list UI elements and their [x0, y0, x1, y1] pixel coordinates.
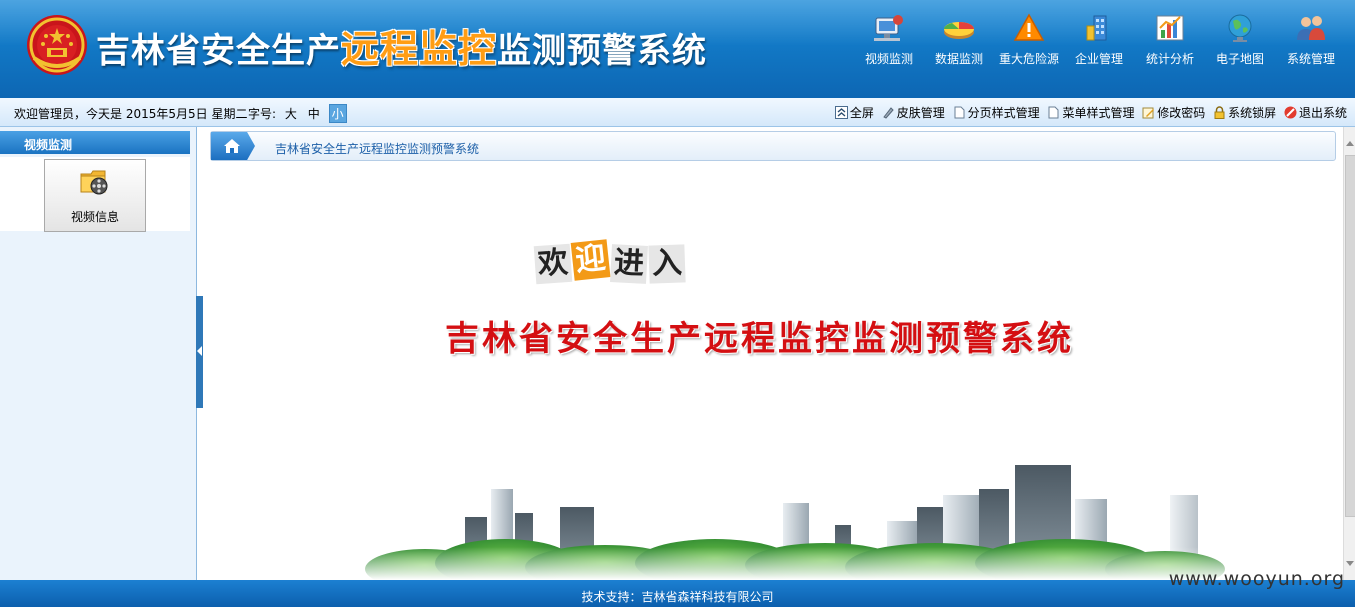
page-icon — [1048, 106, 1059, 119]
map-globe-icon — [1228, 14, 1252, 42]
skin-manage-button[interactable]: 皮肤管理 — [882, 104, 945, 121]
welcome-char: 进 — [610, 244, 648, 284]
sidebar-header[interactable]: 视频监测 — [0, 131, 190, 154]
data-monitor-icon — [944, 22, 974, 39]
sidebar-item-video-info[interactable]: 视频信息 — [44, 159, 146, 232]
sidebar-menu: 视频信息 — [0, 157, 190, 232]
video-monitor-icon — [874, 15, 903, 41]
nav-label: 视频监测 — [864, 52, 913, 66]
app-footer: 技术支持：吉林省森祥科技有限公司 — [0, 580, 1355, 607]
tool-label: 分页样式管理 — [967, 106, 1040, 120]
nav-label: 系统管理 — [1286, 52, 1335, 66]
change-password-button[interactable]: 修改密码 — [1142, 104, 1205, 121]
app-header: 吉林省安全生产远程监控监测预警系统 视频监测 数据监测 重大危险源 企业管理 统… — [0, 0, 1355, 98]
watermark-text: www.wooyun.org — [1168, 568, 1345, 590]
nav-statistics[interactable]: 统计分析 — [1137, 12, 1203, 70]
home-button[interactable] — [211, 132, 255, 160]
nav-label: 企业管理 — [1074, 52, 1123, 66]
hazard-warning-icon — [1013, 13, 1045, 41]
title-highlight: 远程监控 — [341, 27, 498, 71]
edit-password-icon — [1142, 107, 1155, 119]
home-icon — [224, 139, 240, 153]
nav-e-map[interactable]: 电子地图 — [1207, 12, 1273, 70]
font-size-medium[interactable]: 中 — [306, 105, 322, 122]
scroll-thumb[interactable] — [1345, 155, 1355, 517]
tool-label: 全屏 — [849, 106, 874, 120]
skin-icon — [882, 107, 894, 119]
footer-text: 技术支持：吉林省森祥科技有限公司 — [581, 590, 774, 604]
nav-label: 电子地图 — [1215, 52, 1264, 66]
toolbar-actions: 全屏 皮肤管理 分页样式管理 菜单样式管理 修改密码 系统锁屏 退出系统 — [831, 104, 1347, 121]
enterprise-icon — [1086, 15, 1107, 41]
fullscreen-button[interactable]: 全屏 — [834, 104, 874, 121]
nav-system-admin[interactable]: 系统管理 — [1278, 12, 1344, 70]
system-title: 吉林省安全生产远程监控监测预警系统 — [96, 18, 707, 71]
nav-label: 数据监测 — [934, 52, 983, 66]
title-part-2: 监测预警系统 — [497, 31, 708, 71]
lock-screen-button[interactable]: 系统锁屏 — [1213, 104, 1276, 121]
tool-label: 退出系统 — [1298, 106, 1347, 120]
font-size-label: 字号: — [248, 107, 277, 121]
sidebar: 视频监测 视频信息 — [0, 127, 197, 580]
lock-icon — [1214, 106, 1225, 119]
tool-label: 修改密码 — [1157, 106, 1206, 120]
welcome-char: 迎 — [570, 239, 611, 281]
tool-label: 系统锁屏 — [1228, 106, 1277, 120]
font-size-large[interactable]: 大 — [283, 105, 299, 122]
national-emblem-icon — [27, 15, 87, 75]
font-size-small[interactable]: 小 — [328, 104, 347, 123]
tool-label: 皮肤管理 — [896, 106, 945, 120]
welcome-char: 欢 — [533, 243, 573, 285]
sidebar-item-label: 视频信息 — [70, 210, 119, 224]
scroll-up-icon[interactable] — [1346, 141, 1354, 146]
main-content: 吉林省安全生产远程监控监测预警系统 欢迎进入 吉林省安全生产远程监控监测预警系统 — [205, 127, 1343, 580]
breadcrumb-text: 吉林省安全生产远程监控监测预警系统 — [275, 142, 480, 156]
statistics-icon — [1156, 15, 1184, 41]
sidebar-title: 视频监测 — [24, 138, 73, 152]
title-part-1: 吉林省安全生产 — [96, 31, 341, 71]
city-skyline-image — [305, 465, 1225, 580]
welcome-banner: 欢迎进入 — [533, 239, 687, 295]
content-scrollbar[interactable] — [1343, 127, 1355, 580]
welcome-text: 欢迎管理员，今天是 2015年5月5日 星期二 — [14, 107, 248, 121]
nav-major-hazard[interactable]: 重大危险源 — [996, 12, 1062, 70]
scroll-down-icon[interactable] — [1346, 561, 1354, 566]
logout-button[interactable]: 退出系统 — [1284, 104, 1347, 121]
tool-label: 菜单样式管理 — [1062, 106, 1135, 120]
nav-enterprise[interactable]: 企业管理 — [1066, 12, 1132, 70]
top-nav: 视频监测 数据监测 重大危险源 企业管理 统计分析 电子地图 系统管理 — [856, 12, 1351, 70]
breadcrumb: 吉林省安全生产远程监控监测预警系统 — [210, 131, 1336, 161]
top-toolbar: 欢迎管理员，今天是 2015年5月5日 星期二 字号: 大 中 小 全屏 皮肤管… — [0, 98, 1355, 127]
font-size-switcher: 字号: 大 中 小 — [248, 104, 347, 123]
nav-label: 重大危险源 — [998, 52, 1059, 66]
nav-video-monitor[interactable]: 视频监测 — [856, 12, 922, 70]
collapse-arrow-icon — [197, 346, 202, 356]
exit-icon — [1284, 106, 1297, 119]
sidebar-collapse-handle[interactable] — [196, 296, 203, 408]
menu-style-button[interactable]: 菜单样式管理 — [1047, 104, 1134, 121]
page-icon — [954, 106, 965, 119]
page-style-button[interactable]: 分页样式管理 — [953, 104, 1040, 121]
nav-data-monitor[interactable]: 数据监测 — [926, 12, 992, 70]
banner-title: 吉林省安全生产远程监控监测预警系统 — [445, 319, 1074, 359]
welcome-char: 入 — [648, 244, 686, 284]
fullscreen-icon — [834, 106, 848, 119]
video-folder-icon — [80, 170, 108, 195]
users-icon — [1297, 16, 1325, 40]
nav-label: 统计分析 — [1145, 52, 1194, 66]
